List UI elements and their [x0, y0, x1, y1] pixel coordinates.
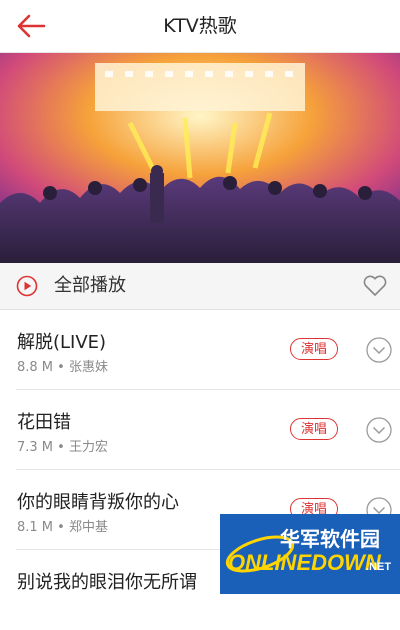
top-bar: KTV热歌 [0, 0, 400, 53]
list-item[interactable]: 花田错 7.3 M • 王力宏 演唱 [0, 390, 400, 470]
play-all-label[interactable]: 全部播放 [54, 263, 126, 309]
song-meta: 8.1 M • 郑中基 [17, 520, 108, 535]
banner-image [0, 53, 400, 263]
watermark-logo: 华军软件园 ONLINEDOWN .NET [220, 514, 400, 594]
watermark-cn-text: 华军软件园 [280, 527, 380, 551]
song-meta: 7.3 M • 王力宏 [17, 440, 108, 455]
list-item[interactable]: 解脱(LIVE) 8.8 M • 张惠妹 演唱 [0, 310, 400, 390]
song-meta: 8.8 M • 张惠妹 [17, 360, 108, 375]
sing-button[interactable]: 演唱 [290, 338, 338, 360]
heart-outline-icon[interactable] [362, 274, 388, 298]
watermark-suffix: .NET [366, 561, 391, 573]
sing-button[interactable]: 演唱 [290, 418, 338, 440]
watermark-en-text: ONLINEDOWN [228, 550, 382, 575]
chevron-down-icon[interactable] [366, 417, 392, 443]
song-title: 别说我的眼泪你无所谓 [17, 572, 197, 593]
play-circle-icon[interactable] [16, 275, 38, 297]
page-title: KTV热歌 [163, 15, 237, 37]
song-title: 你的眼睛背叛你的心 [17, 492, 179, 513]
chevron-down-icon[interactable] [366, 337, 392, 363]
play-all-bar[interactable]: 全部播放 [0, 263, 400, 310]
song-title: 解脱(LIVE) [17, 332, 107, 353]
song-title: 花田错 [17, 412, 71, 433]
